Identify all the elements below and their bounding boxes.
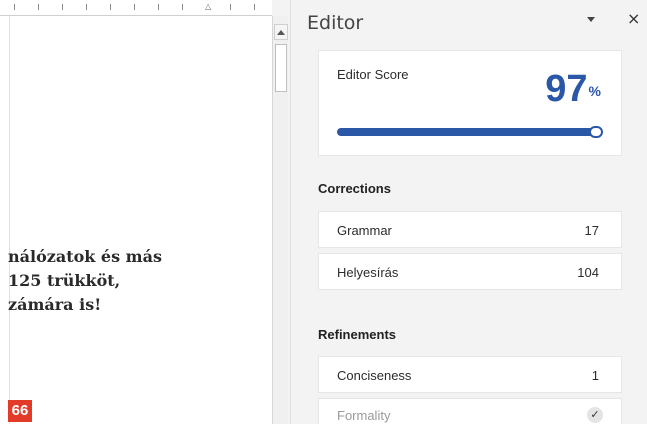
editor-pane-header: Editor × (291, 0, 647, 40)
correction-item-count: 104 (577, 265, 599, 280)
refinement-item-label: Conciseness (337, 368, 412, 383)
vertical-scrollbar[interactable] (272, 16, 288, 424)
refinement-item-count: 1 (591, 368, 599, 383)
editor-score-progress-bar (337, 126, 603, 138)
indent-marker-icon[interactable]: △ (205, 3, 211, 11)
editor-score-card: Editor Score 97% (318, 50, 622, 156)
correction-item-label: Helyesírás (337, 265, 399, 280)
editor-score-progress-fill (337, 128, 596, 136)
ruler-tick (38, 4, 39, 10)
correction-item-grammar[interactable]: Grammar 17 (318, 211, 622, 248)
refinement-item-label: Formality (337, 408, 391, 423)
refinement-item-formality[interactable]: Formality ✓ (318, 398, 622, 424)
scroll-thumb[interactable] (275, 44, 287, 92)
chevron-down-icon[interactable] (587, 17, 595, 22)
refinements-heading: Refinements (318, 327, 397, 342)
close-icon[interactable]: × (627, 10, 640, 28)
ruler: △ (0, 0, 272, 16)
correction-item-label: Grammar (337, 223, 392, 238)
page-margin-line (9, 16, 10, 424)
arrow-up-icon (277, 29, 285, 35)
ruler-tick (158, 4, 159, 10)
correction-item-spelling[interactable]: Helyesírás 104 (318, 253, 622, 290)
editor-score-label: Editor Score (337, 67, 409, 82)
document-line: 125 trükköt, (8, 271, 121, 290)
ruler-tick (254, 4, 255, 10)
ruler-tick (134, 4, 135, 10)
corrections-heading: Corrections (318, 181, 391, 196)
ruler-tick (110, 4, 111, 10)
document-area[interactable]: △ nálózatok és más 125 trükköt, zámára i… (0, 0, 272, 424)
editor-score-progress-end (589, 126, 603, 138)
ruler-tick (86, 4, 87, 10)
refinement-item-conciseness[interactable]: Conciseness 1 (318, 356, 622, 393)
editor-score-number: 97 (545, 68, 588, 110)
ruler-tick (14, 4, 15, 10)
document-line: zámára is! (8, 295, 102, 314)
editor-pane: Editor × Editor Score 97% Corrections Gr… (290, 0, 647, 424)
document-line: nálózatok és más (8, 247, 162, 266)
ruler-tick (230, 4, 231, 10)
editor-score-unit: % (588, 83, 601, 99)
page-number-badge: 66 (8, 400, 32, 422)
checkmark-icon: ✓ (587, 407, 603, 423)
scroll-up-button[interactable] (274, 24, 288, 40)
correction-item-count: 17 (584, 223, 599, 238)
ruler-tick (62, 4, 63, 10)
document-text[interactable]: nálózatok és más 125 trükköt, zámára is! (8, 245, 272, 317)
editor-pane-title: Editor (307, 12, 364, 34)
editor-score-value: 97% (545, 69, 601, 109)
ruler-tick (182, 4, 183, 10)
